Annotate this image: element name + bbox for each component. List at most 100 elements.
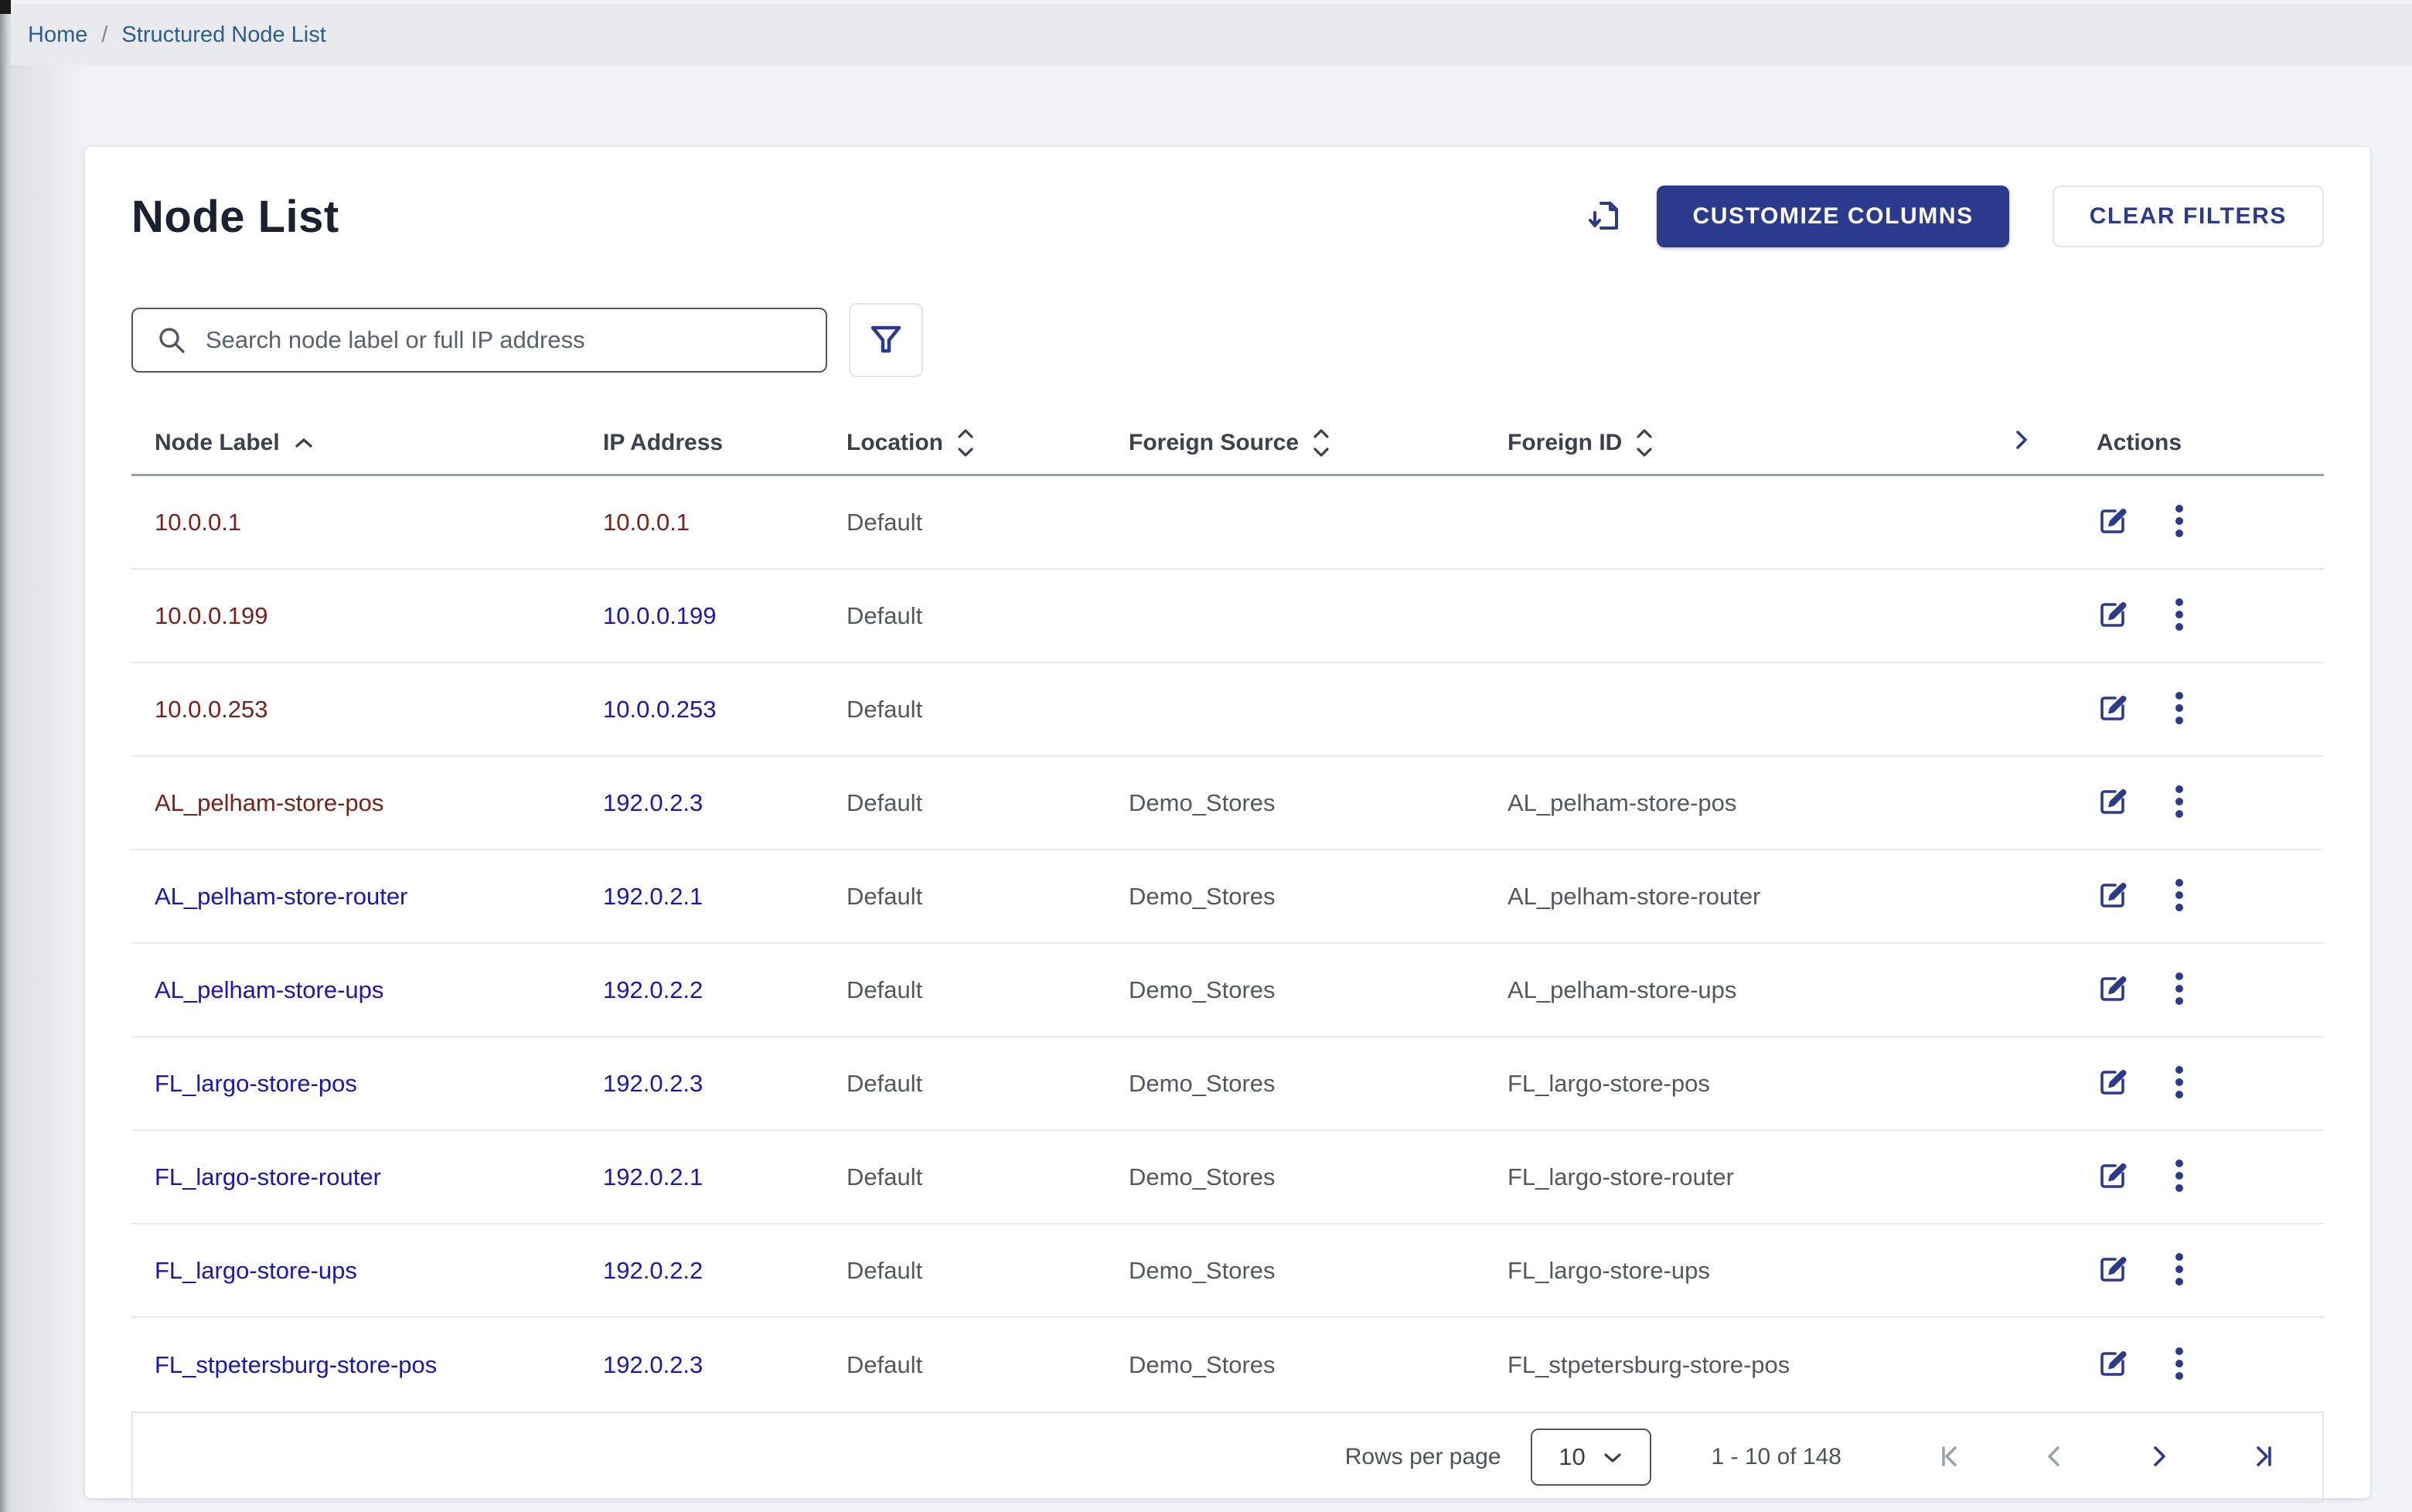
row-menu-button[interactable] [2174,596,2185,635]
row-menu-button[interactable] [2174,1345,2185,1384]
foreign-id-cell: FL_largo-store-pos [1508,1070,2010,1098]
file-download-icon [1587,197,1624,237]
location-cell: Default [847,509,1129,536]
customize-columns-button[interactable]: CUSTOMIZE COLUMNS [1657,186,2008,247]
last-page-button[interactable] [2250,1442,2279,1473]
row-menu-button[interactable] [2174,690,2185,729]
node-label-link[interactable]: 10.0.0.199 [155,602,268,629]
foreign-source-cell: Demo_Stores [1129,1351,1508,1379]
search-row [131,303,2324,377]
row-menu-button[interactable] [2174,970,2185,1010]
edit-node-button[interactable] [2097,879,2129,914]
edit-icon [2097,1347,2129,1382]
expand-columns-icon[interactable] [2010,427,2033,459]
breadcrumb-home-link[interactable]: Home [28,22,87,48]
ip-address-link[interactable]: 10.0.0.253 [603,696,717,723]
ip-address-link[interactable]: 10.0.0.199 [603,602,717,629]
left-edge-strip [0,0,11,1512]
node-label-link[interactable]: 10.0.0.1 [155,509,241,536]
location-cell: Default [847,789,1129,817]
node-table: Node Label IP Address Location Foreign S… [131,411,2324,1412]
row-menu-button[interactable] [2174,877,2185,916]
ip-address-link[interactable]: 192.0.2.2 [603,1257,703,1284]
edit-node-button[interactable] [2097,598,2129,633]
row-menu-button[interactable] [2174,502,2185,542]
kebab-menu-icon [2174,1064,2185,1103]
ip-address-link[interactable]: 192.0.2.3 [603,789,703,816]
clear-filters-button[interactable]: CLEAR FILTERS [2053,186,2324,247]
row-menu-button[interactable] [2174,783,2185,822]
table-row: AL_pelham-store-router 192.0.2.1 Default… [131,850,2324,944]
first-page-button[interactable] [1934,1442,1964,1473]
table-row: 10.0.0.199 10.0.0.199 Default [131,570,2324,663]
pagination-range: 1 - 10 of 148 [1712,1444,1841,1470]
funnel-icon [868,322,904,359]
table-row: FL_largo-store-ups 192.0.2.2 Default Dem… [131,1224,2324,1318]
next-page-button[interactable] [2145,1442,2174,1473]
node-label-link[interactable]: FL_largo-store-ups [155,1257,357,1284]
table-header-row: Node Label IP Address Location Foreign S… [131,411,2324,476]
node-label-link[interactable]: AL_pelham-store-pos [155,789,383,816]
title-actions: CUSTOMIZE COLUMNS CLEAR FILTERS [1587,186,2324,247]
location-cell: Default [847,696,1129,724]
ip-address-link[interactable]: 192.0.2.3 [603,1070,703,1097]
ip-address-link[interactable]: 192.0.2.2 [603,976,703,1003]
kebab-menu-icon [2174,502,2185,542]
edit-node-button[interactable] [2097,692,2129,727]
edit-node-button[interactable] [2097,1253,2129,1288]
kebab-menu-icon [2174,970,2185,1010]
table-row: FL_largo-store-router 192.0.2.1 Default … [131,1131,2324,1224]
node-list-card: Node List CUSTOMIZE COLUMNS CLEAR FILTER… [85,147,2370,1498]
row-menu-button[interactable] [2174,1064,2185,1103]
edit-node-button[interactable] [2097,1347,2129,1382]
edit-node-button[interactable] [2097,785,2129,820]
kebab-menu-icon [2174,690,2185,729]
pager-controls [1934,1442,2279,1473]
edit-node-button[interactable] [2097,1160,2129,1194]
node-label-link[interactable]: FL_stpetersburg-store-pos [155,1351,437,1378]
row-menu-button[interactable] [2174,1251,2185,1290]
column-header-node-label[interactable]: Node Label [131,430,603,456]
chevron-left-icon [2039,1442,2069,1473]
foreign-source-cell: Demo_Stores [1129,976,1508,1004]
column-header-location[interactable]: Location [847,427,1129,458]
node-label-link[interactable]: FL_largo-store-router [155,1163,381,1190]
ip-address-link[interactable]: 10.0.0.1 [603,509,690,536]
sort-asc-icon [294,436,314,450]
breadcrumb-current: Structured Node List [121,22,325,48]
edit-node-button[interactable] [2097,972,2129,1007]
magnifier-icon [155,323,189,361]
chevron-right-icon [2145,1442,2174,1473]
location-cell: Default [847,1070,1129,1098]
search-input[interactable] [131,308,827,373]
edit-icon [2097,692,2129,727]
location-cell: Default [847,976,1129,1004]
node-label-link[interactable]: AL_pelham-store-ups [155,976,383,1003]
column-header-foreign-source[interactable]: Foreign Source [1129,427,1508,458]
edit-node-button[interactable] [2097,505,2129,540]
location-cell: Default [847,602,1129,630]
column-header-ip-address[interactable]: IP Address [603,430,847,456]
edit-node-button[interactable] [2097,1066,2129,1101]
ip-address-link[interactable]: 192.0.2.1 [603,1163,703,1190]
first-page-icon [1934,1442,1964,1473]
table-row: 10.0.0.253 10.0.0.253 Default [131,663,2324,757]
filter-button[interactable] [849,303,923,377]
rows-per-page-select[interactable]: 10 [1531,1429,1651,1486]
edit-icon [2097,1160,2129,1194]
previous-page-button[interactable] [2039,1442,2069,1473]
ip-address-link[interactable]: 192.0.2.1 [603,883,703,910]
row-menu-button[interactable] [2174,1157,2185,1197]
table-row: FL_stpetersburg-store-pos 192.0.2.3 Defa… [131,1318,2324,1412]
node-label-link[interactable]: FL_largo-store-pos [155,1070,357,1097]
export-button[interactable] [1587,197,1624,237]
kebab-menu-icon [2174,877,2185,916]
foreign-source-cell: Demo_Stores [1129,1257,1508,1285]
foreign-source-cell: Demo_Stores [1129,1070,1508,1098]
node-label-link[interactable]: AL_pelham-store-router [155,883,407,910]
sort-both-icon [1636,427,1653,458]
ip-address-link[interactable]: 192.0.2.3 [603,1351,703,1378]
column-header-foreign-id[interactable]: Foreign ID [1508,427,2010,458]
node-label-link[interactable]: 10.0.0.253 [155,696,268,723]
edit-icon [2097,972,2129,1007]
